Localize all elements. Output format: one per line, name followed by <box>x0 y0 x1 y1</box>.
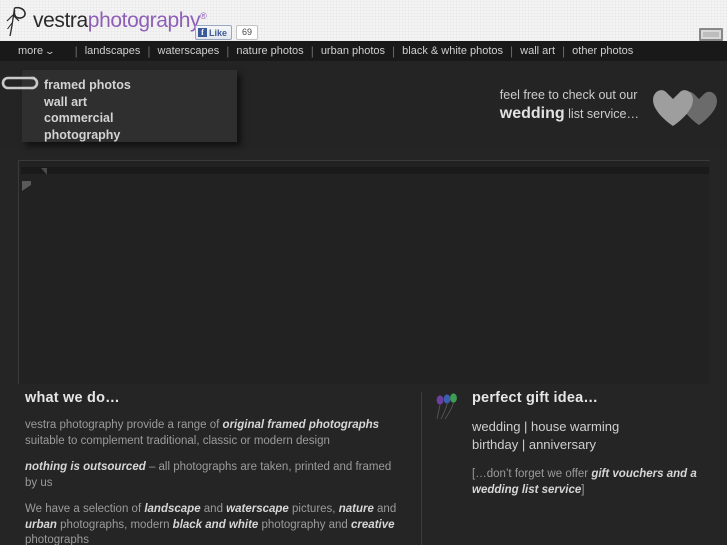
p1-emphasis: original framed photographs <box>222 419 380 431</box>
p3-emphasis-urban: urban <box>25 518 57 531</box>
dropdown-item-framed-photos[interactable]: framed photos <box>44 77 237 94</box>
site-header: vestraphotography® f Like 69 <box>0 0 727 41</box>
broken-image-icon <box>22 178 31 191</box>
vestra-tree-mark-icon <box>6 5 32 37</box>
p3-text-c: pictures, <box>288 503 339 515</box>
balloons-icon <box>435 392 463 422</box>
banner-band: framed photos wall art commercial photog… <box>0 61 727 150</box>
what-we-do-paragraph-1: vestra photography provide a range of or… <box>25 418 400 449</box>
what-we-do-section: what we do… vestra photography provide a… <box>25 390 400 545</box>
p3-emphasis-black-and-white: black and white <box>172 518 259 531</box>
dropdown-item-commercial[interactable]: commercial <box>44 110 237 127</box>
content-columns: what we do… vestra photography provide a… <box>0 390 727 545</box>
dropdown-item-wall-art[interactable]: wall art <box>44 94 237 111</box>
p3-text-g: photographs <box>25 534 89 545</box>
what-we-do-paragraph-2: nothing is outsourced – all photographs … <box>25 460 400 491</box>
perfect-gift-title-row: perfect gift idea… <box>435 390 720 420</box>
gift-note-text-a: […don’t forget we offer <box>472 468 592 480</box>
promo-wedding-word: wedding <box>499 104 565 122</box>
column-divider <box>421 392 422 545</box>
nav-item-wall-art[interactable]: wall art <box>520 45 555 57</box>
p3-emphasis-landscape: landscape <box>144 503 201 515</box>
broken-image-icon <box>41 162 47 175</box>
perfect-gift-section: perfect gift idea… wedding | house warmi… <box>435 390 720 498</box>
p1-text-a: vestra photography provide a range of <box>25 419 223 431</box>
nav-separator: | <box>74 44 78 58</box>
nav-item-more[interactable]: more ⌄ <box>18 45 56 57</box>
gallery-toolbar-strip <box>21 167 709 174</box>
gift-occasions-list: wedding | house warming birthday | anniv… <box>472 418 720 454</box>
nav-item-nature-photos[interactable]: nature photos <box>236 45 303 57</box>
p3-emphasis-nature: nature <box>338 503 374 515</box>
p3-emphasis-creative: creative <box>351 518 395 531</box>
chevron-double-down-icon: ⌄ <box>44 45 56 56</box>
p3-text-b: and <box>200 503 227 515</box>
page-root: vestraphotography® f Like 69 more ⌄ | la… <box>0 0 727 545</box>
perfect-gift-title: perfect gift idea… <box>472 390 599 406</box>
p2-emphasis: nothing is outsourced <box>25 461 146 473</box>
gift-note-text-b: ] <box>581 483 585 496</box>
p3-text-a: We have a selection of <box>25 503 145 515</box>
nav-more-label: more <box>18 45 44 57</box>
main-navigation: more ⌄ | landscapes | waterscapes | natu… <box>0 41 727 61</box>
two-hearts-icon <box>649 81 719 129</box>
p3-text-d: and <box>373 503 397 515</box>
p3-text-e: photographs, modern <box>56 518 173 531</box>
nav-item-waterscapes[interactable]: waterscapes <box>158 45 220 57</box>
nav-item-landscapes[interactable]: landscapes <box>85 45 141 57</box>
more-dropdown-panel[interactable]: framed photos wall art commercial photog… <box>1 70 237 144</box>
facebook-like-label: Like <box>209 27 228 38</box>
nav-item-urban-photos[interactable]: urban photos <box>321 45 385 57</box>
site-logo[interactable]: vestraphotography® <box>6 5 207 37</box>
nav-item-black-and-white-photos[interactable]: black & white photos <box>402 45 503 57</box>
registered-mark: ® <box>200 11 207 21</box>
facebook-like-button[interactable]: f Like <box>195 25 233 40</box>
dropdown-item-photography[interactable]: photography <box>44 127 237 144</box>
facebook-like-count: 69 <box>236 25 259 40</box>
nav-item-other-photos[interactable]: other photos <box>572 45 633 57</box>
nav-separator: | <box>562 44 566 58</box>
what-we-do-paragraph-3: We have a selection of landscape and wat… <box>25 502 400 545</box>
gift-vouchers-note: […don’t forget we offer gift vouchers an… <box>472 467 720 498</box>
p3-emphasis-waterscape: waterscape <box>226 503 289 515</box>
nav-separator: | <box>510 44 514 58</box>
nav-separator: | <box>310 44 314 58</box>
nav-separator: | <box>392 44 396 58</box>
facebook-like-widget[interactable]: f Like 69 <box>195 25 259 40</box>
nav-separator: | <box>226 44 230 58</box>
gallery-image-area[interactable] <box>18 160 710 384</box>
gift-occasions-line-1: wedding | house warming <box>472 419 620 434</box>
promo-line-2-rest: list service… <box>564 106 639 121</box>
paperclip-icon <box>0 74 40 92</box>
promo-line-1: feel free to check out our <box>499 87 638 102</box>
what-we-do-title: what we do… <box>25 390 120 406</box>
gift-occasions-line-2: birthday | anniversary <box>472 437 597 452</box>
logo-text-primary: vestra <box>33 9 88 32</box>
p3-text-f: photography and <box>258 518 352 531</box>
window-restore-icon[interactable] <box>699 28 723 41</box>
facebook-f-icon: f <box>198 28 207 37</box>
logo-text-secondary: photography <box>87 9 201 32</box>
wedding-list-promo[interactable]: feel free to check out our wedding list … <box>500 81 719 129</box>
nav-separator: | <box>147 44 151 58</box>
p1-text-b: suitable to complement traditional, clas… <box>25 434 330 447</box>
